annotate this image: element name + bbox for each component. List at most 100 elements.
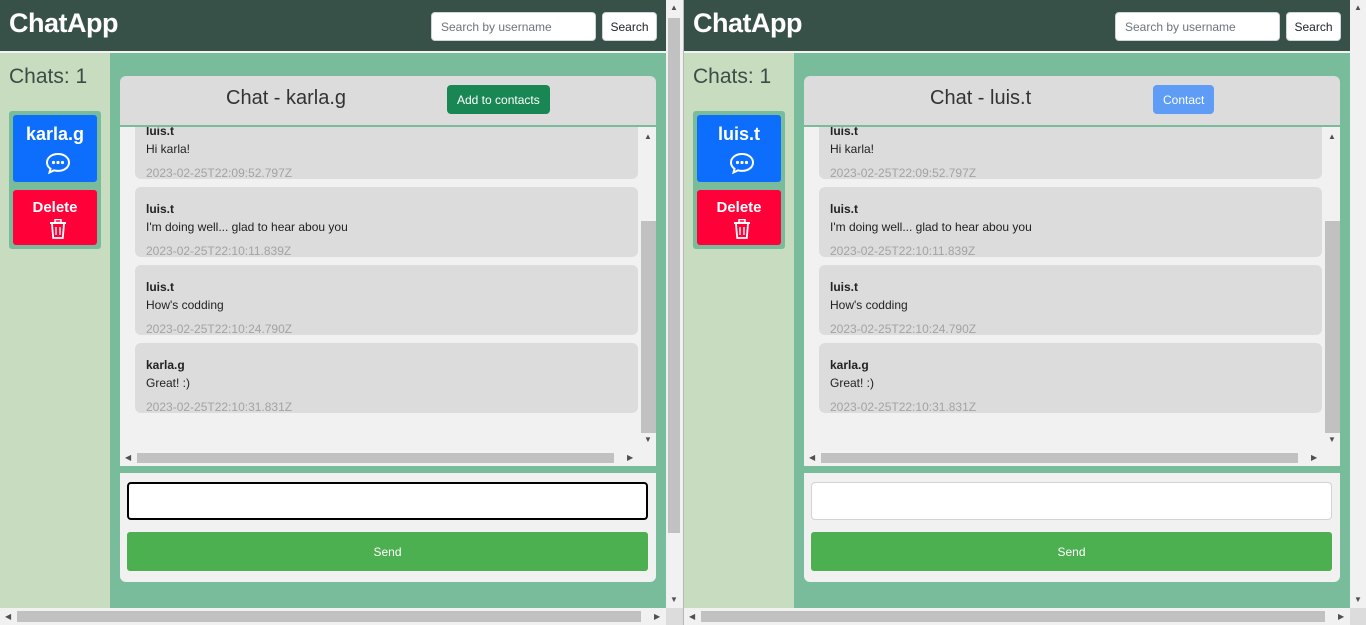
delete-chat-button[interactable]: Delete [697,190,781,245]
browser-pane-left: ChatApp Search Chats: 1 karla.g Delete [0,0,683,625]
search-button[interactable]: Search [1286,12,1341,41]
chats-count: Chats: 1 [9,65,88,88]
chat-header: Chat - luis.t Contact [804,76,1340,125]
app-viewport: ChatApp Search Chats: 1 karla.g Delete [0,0,666,608]
message-author: luis.t [830,202,859,216]
message-timestamp: 2023-02-25T22:10:24.790Z [830,322,977,336]
send-button[interactable]: Send [127,532,648,571]
scrollbar-corner [1350,608,1366,625]
delete-chat-button[interactable]: Delete [13,190,97,245]
scroll-down-arrow-icon[interactable]: ▼ [670,596,678,604]
scroll-up-arrow-icon[interactable]: ▲ [1328,133,1336,141]
app-viewport: ChatApp Search Chats: 1 luis.t Delete [684,0,1350,608]
contact-item: luis.t Delete [693,111,785,249]
message-timestamp: 2023-02-25T22:10:11.839Z [830,244,976,258]
delete-label: Delete [32,199,78,216]
message-author: luis.t [830,280,859,294]
message-text: Great! :) [830,376,875,390]
message-item: luis.t I'm doing well... glad to hear ab… [819,187,1322,258]
message-timestamp: 2023-02-25T22:09:52.797Z [830,166,977,180]
brand-logo[interactable]: ChatApp [9,8,118,39]
messages-hscroll-thumb[interactable] [821,453,1298,463]
sidebar: Chats: 1 luis.t Delete [684,51,794,608]
search-input[interactable] [431,12,596,41]
message-item: luis.t How's codding 2023-02-25T22:10:24… [819,265,1322,336]
chat-area: Chat - karla.g Add to contacts luis.t Hi… [110,51,666,608]
scroll-right-arrow-icon[interactable]: ▶ [654,613,660,621]
scroll-down-arrow-icon[interactable]: ▼ [1354,596,1362,604]
window-hscroll-thumb[interactable] [17,611,641,622]
add-to-contacts-button[interactable]: Add to contacts [447,85,550,114]
chat-title: Chat - karla.g [226,87,347,109]
messages-scroll-thumb[interactable] [1325,221,1340,433]
scroll-right-arrow-icon[interactable]: ▶ [1311,454,1317,462]
trash-icon [50,219,66,239]
open-chat-button[interactable]: karla.g [13,115,97,182]
search-input[interactable] [1115,12,1280,41]
delete-label: Delete [716,199,762,216]
message-item: luis.t How's codding 2023-02-25T22:10:24… [135,265,638,336]
chat-area: Chat - luis.t Contact luis.t Hi karla! 2… [794,51,1350,608]
send-button[interactable]: Send [811,532,1332,571]
message-item: luis.t Hi karla! 2023-02-25T22:09:52.797… [819,127,1322,180]
scroll-up-arrow-icon[interactable]: ▲ [644,133,652,141]
trash-icon [734,219,750,239]
message-input[interactable] [811,482,1332,520]
messages-horizontal-scrollbar[interactable]: ◀ ▶ [804,449,1340,466]
scroll-down-arrow-icon[interactable]: ▼ [1328,436,1336,444]
scroll-left-arrow-icon[interactable]: ◀ [809,454,815,462]
message-timestamp: 2023-02-25T22:09:52.797Z [146,166,293,180]
contact-name: karla.g [25,124,85,144]
messages-horizontal-scrollbar[interactable]: ◀ ▶ [120,449,656,466]
contact-name: luis.t [717,124,760,144]
window-vertical-scrollbar[interactable]: ▲ ▼ [1350,0,1366,608]
message-text: Hi karla! [146,142,191,156]
scroll-left-arrow-icon[interactable]: ◀ [689,613,695,621]
message-text: Hi karla! [830,142,875,156]
scroll-up-arrow-icon[interactable]: ▲ [670,4,678,12]
window-horizontal-scrollbar[interactable]: ◀ ▶ [684,608,1350,625]
scroll-right-arrow-icon[interactable]: ▶ [1338,613,1344,621]
message-author: luis.t [146,127,175,138]
chat-title: Chat - luis.t [930,87,1032,109]
message-text: How's codding [146,298,224,312]
window-horizontal-scrollbar[interactable]: ◀ ▶ [0,608,666,625]
scroll-left-arrow-icon[interactable]: ◀ [125,454,131,462]
message-item: karla.g Great! :) 2023-02-25T22:10:31.83… [135,343,638,414]
message-author: luis.t [830,127,859,138]
message-timestamp: 2023-02-25T22:10:31.831Z [146,400,293,414]
messages-scroll-thumb[interactable] [641,221,656,433]
contact-item: karla.g Delete [9,111,101,249]
message-author: karla.g [830,358,869,372]
scroll-right-arrow-icon[interactable]: ▶ [627,454,633,462]
message-text: Great! :) [146,376,191,390]
brand-logo[interactable]: ChatApp [693,8,802,39]
message-timestamp: 2023-02-25T22:10:11.839Z [146,244,292,258]
search-button[interactable]: Search [602,12,657,41]
message-text: I'm doing well... glad to hear abou you [146,220,348,234]
messages-hscroll-thumb[interactable] [137,453,614,463]
message-text: I'm doing well... glad to hear abou you [830,220,1032,234]
chat-header: Chat - karla.g Add to contacts [120,76,656,125]
scroll-up-arrow-icon[interactable]: ▲ [1354,4,1362,12]
message-item: luis.t Hi karla! 2023-02-25T22:09:52.797… [135,127,638,180]
message-item: karla.g Great! :) 2023-02-25T22:10:31.83… [819,343,1322,414]
message-timestamp: 2023-02-25T22:10:31.831Z [830,400,977,414]
open-chat-button[interactable]: luis.t [697,115,781,182]
contact-button[interactable]: Contact [1153,85,1215,114]
message-timestamp: 2023-02-25T22:10:24.790Z [146,322,293,336]
navbar: ChatApp Search [0,0,666,51]
message-author: luis.t [146,202,175,216]
message-item: luis.t I'm doing well... glad to hear ab… [135,187,638,258]
messages-panel[interactable]: luis.t Hi karla! 2023-02-25T22:09:52.797… [120,127,656,466]
chat-bubble-icon [729,152,755,174]
scroll-down-arrow-icon[interactable]: ▼ [644,436,652,444]
messages-panel[interactable]: luis.t Hi karla! 2023-02-25T22:09:52.797… [804,127,1340,466]
message-author: karla.g [146,358,185,372]
message-input[interactable] [127,482,648,520]
window-hscroll-thumb[interactable] [701,611,1325,622]
message-author: luis.t [146,280,175,294]
scroll-left-arrow-icon[interactable]: ◀ [5,613,11,621]
window-vertical-scrollbar[interactable]: ▲ ▼ [666,0,683,608]
window-scroll-thumb[interactable] [668,18,680,533]
